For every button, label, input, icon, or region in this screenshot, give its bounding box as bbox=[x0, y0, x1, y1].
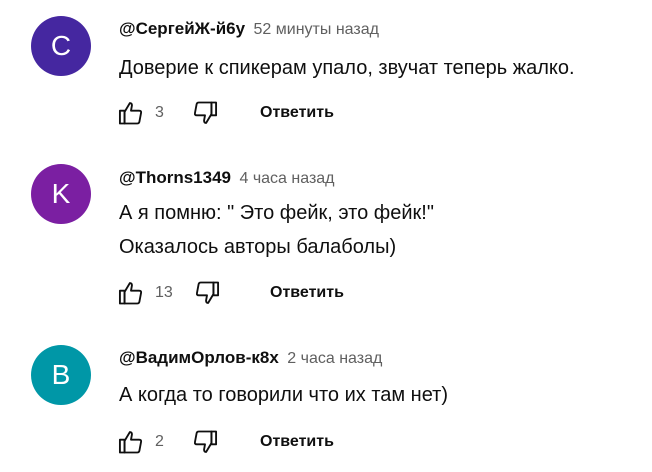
comment-actions: 3 Ответить bbox=[115, 96, 334, 130]
avatar[interactable]: С bbox=[31, 16, 91, 76]
thumbs-down-icon bbox=[193, 101, 218, 124]
comment-time[interactable]: 4 часа назад bbox=[239, 170, 334, 187]
avatar[interactable]: B bbox=[31, 345, 91, 405]
thumbs-up-icon bbox=[118, 431, 143, 454]
reply-button[interactable]: Ответить bbox=[270, 284, 344, 302]
thumbs-up-icon bbox=[118, 102, 143, 125]
reply-button[interactable]: Ответить bbox=[260, 433, 334, 451]
dislike-button[interactable] bbox=[189, 97, 221, 129]
comment-text: А когда то говорили что их там нет) bbox=[119, 384, 449, 406]
like-button[interactable] bbox=[115, 97, 147, 129]
thumbs-down-icon bbox=[195, 281, 219, 304]
author-name[interactable]: @СергейЖ-й6у bbox=[119, 19, 245, 38]
reply-button[interactable]: Ответить bbox=[260, 104, 334, 122]
thumbs-down-icon bbox=[193, 430, 218, 453]
comment-header: @Thorns1349 4 часа назад bbox=[119, 167, 335, 190]
comment-time[interactable]: 2 часа назад bbox=[287, 350, 382, 367]
author-name[interactable]: @ВадимОрлов-к8х bbox=[119, 348, 279, 367]
comment-time[interactable]: 52 минуты назад bbox=[254, 21, 379, 38]
dislike-button[interactable] bbox=[191, 277, 223, 309]
like-count: 13 bbox=[155, 284, 173, 301]
like-button[interactable] bbox=[115, 277, 147, 309]
comment-text: Доверие к спикерам упало, звучат теперь … bbox=[119, 57, 575, 79]
comment-actions: 2 Ответить bbox=[115, 425, 334, 459]
like-count: 3 bbox=[155, 104, 164, 121]
comment-actions: 13 Ответить bbox=[115, 276, 344, 310]
comment-text-line: Оказалось авторы балаболы) bbox=[119, 236, 397, 258]
comment-header: @ВадимОрлов-к8х 2 часа назад bbox=[119, 347, 382, 370]
like-count: 2 bbox=[155, 433, 164, 450]
avatar[interactable]: K bbox=[31, 164, 91, 224]
like-button[interactable] bbox=[115, 426, 147, 458]
comment-text-line: А я помню: " Это фейк, это фейк!" bbox=[119, 202, 434, 224]
dislike-button[interactable] bbox=[189, 426, 221, 458]
thumbs-up-icon bbox=[118, 282, 143, 305]
author-name[interactable]: @Thorns1349 bbox=[119, 168, 231, 187]
comment-header: @СергейЖ-й6у 52 минуты назад bbox=[119, 18, 379, 41]
